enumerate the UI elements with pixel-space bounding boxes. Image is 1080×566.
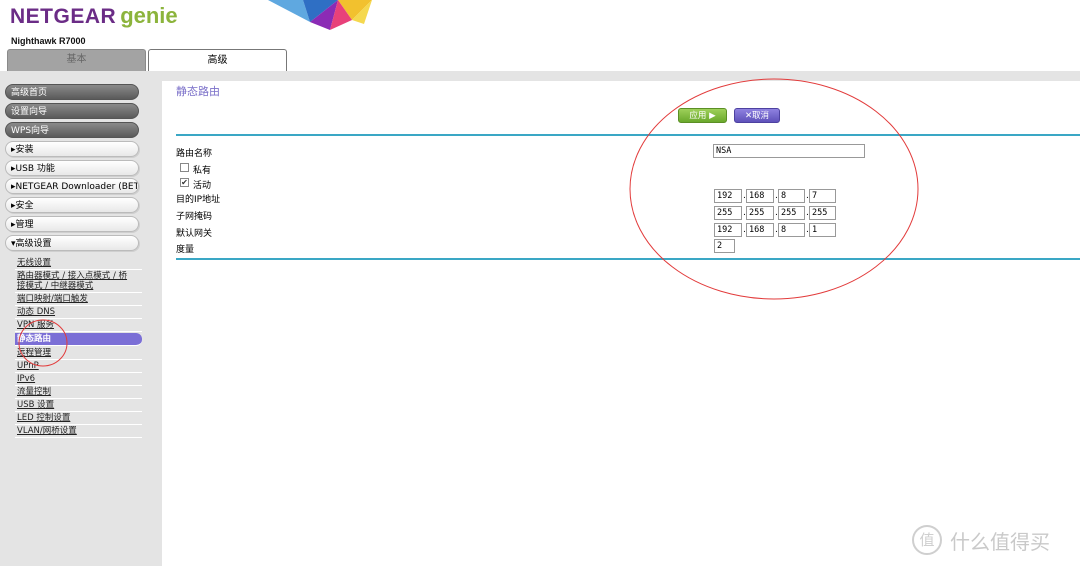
tab-advanced[interactable]: 高级: [148, 49, 287, 72]
submenu-led-control[interactable]: LED 控制设置: [15, 413, 142, 425]
sidebar-item-setup-wizard[interactable]: 设置向导: [5, 103, 139, 119]
watermark: 值 什么值得买: [912, 524, 1050, 556]
submenu-port-forwarding[interactable]: 端口映射/端口触发: [15, 294, 142, 306]
product-text: genie: [120, 3, 178, 28]
dest-ip-octet-3[interactable]: 8: [778, 189, 805, 203]
submenu-usb-settings[interactable]: USB 设置: [15, 400, 142, 412]
dest-ip-octet-2[interactable]: 168: [746, 189, 774, 203]
gateway-octet-2[interactable]: 168: [746, 223, 774, 237]
sidebar-item-advanced-setup[interactable]: ▾高级设置: [5, 235, 139, 251]
gateway-octet-3[interactable]: 8: [778, 223, 805, 237]
submenu-ddns[interactable]: 动态 DNS: [15, 307, 142, 319]
sidebar: 高级首页 设置向导 WPS向导 ▸安装 ▸USB 功能 ▸NETGEAR Dow…: [0, 81, 162, 566]
watermark-text: 什么值得买: [950, 529, 1050, 554]
submenu-static-routes[interactable]: 静态路由: [15, 333, 142, 346]
sidebar-item-usb[interactable]: ▸USB 功能: [5, 160, 139, 176]
sidebar-item-advanced-home[interactable]: 高级首页: [5, 84, 139, 100]
gateway-octet-1[interactable]: 192: [714, 223, 742, 237]
logo-decoration-icon: [268, 0, 372, 30]
apply-button[interactable]: 应用 ▶: [678, 108, 727, 123]
dest-ip-label: 目的IP地址: [176, 195, 221, 205]
metric-input[interactable]: 2: [714, 239, 735, 253]
submenu-router-mode-2[interactable]: 接模式 / 中继器模式: [15, 281, 142, 293]
tab-basic[interactable]: 基本: [7, 49, 146, 71]
route-name-input[interactable]: NSA: [713, 144, 865, 158]
active-label: 活动: [193, 181, 212, 191]
sidebar-item-security[interactable]: ▸安全: [5, 197, 139, 213]
bottom-divider: [176, 258, 1080, 260]
brand-text: NETGEAR: [10, 5, 117, 28]
gateway-label: 默认网关: [176, 229, 213, 239]
private-label: 私有: [193, 166, 212, 176]
subnet-octet-2[interactable]: 255: [746, 206, 774, 220]
cancel-button[interactable]: ✕取消: [734, 108, 780, 123]
main-content: 静态路由 应用 ▶ ✕取消 路由名称 NSA 私有 ✔ 活动 目的IP地址 19…: [162, 81, 1080, 566]
dest-ip-octet-1[interactable]: 192: [714, 189, 742, 203]
sidebar-item-downloader[interactable]: ▸NETGEAR Downloader (BETA): [5, 178, 139, 194]
top-divider: [176, 134, 1080, 136]
dest-ip-octet-4[interactable]: 7: [809, 189, 836, 203]
sidebar-item-setup[interactable]: ▸安装: [5, 141, 139, 157]
private-checkbox[interactable]: [180, 163, 189, 172]
netgear-genie-logo: NETGEAR genie: [10, 3, 178, 29]
model-name: Nighthawk R7000: [11, 36, 86, 46]
route-name-label: 路由名称: [176, 149, 213, 159]
header: NETGEAR genie Nighthawk R7000 基本 高级: [0, 0, 1080, 72]
submenu-upnp[interactable]: UPnP: [15, 361, 142, 373]
header-band: [0, 71, 1080, 81]
submenu-wireless[interactable]: 无线设置: [15, 258, 142, 270]
submenu-vpn[interactable]: VPN 服务: [15, 320, 142, 332]
subnet-label: 子网掩码: [176, 212, 213, 222]
subnet-octet-1[interactable]: 255: [714, 206, 742, 220]
sidebar-item-admin[interactable]: ▸管理: [5, 216, 139, 232]
metric-label: 度量: [176, 245, 195, 255]
submenu-remote-management[interactable]: 远程管理: [15, 348, 142, 360]
watermark-logo-icon: 值: [912, 525, 942, 555]
subnet-octet-3[interactable]: 255: [778, 206, 805, 220]
gateway-octet-4[interactable]: 1: [809, 223, 836, 237]
subnet-octet-4[interactable]: 255: [809, 206, 836, 220]
sidebar-item-wps-wizard[interactable]: WPS向导: [5, 122, 139, 138]
page-title: 静态路由: [176, 85, 220, 98]
submenu-ipv6[interactable]: IPv6: [15, 374, 142, 386]
submenu-vlan-bridge[interactable]: VLAN/网桥设置: [15, 426, 142, 438]
submenu-traffic-meter[interactable]: 流量控制: [15, 387, 142, 399]
active-checkbox[interactable]: ✔: [180, 178, 189, 187]
